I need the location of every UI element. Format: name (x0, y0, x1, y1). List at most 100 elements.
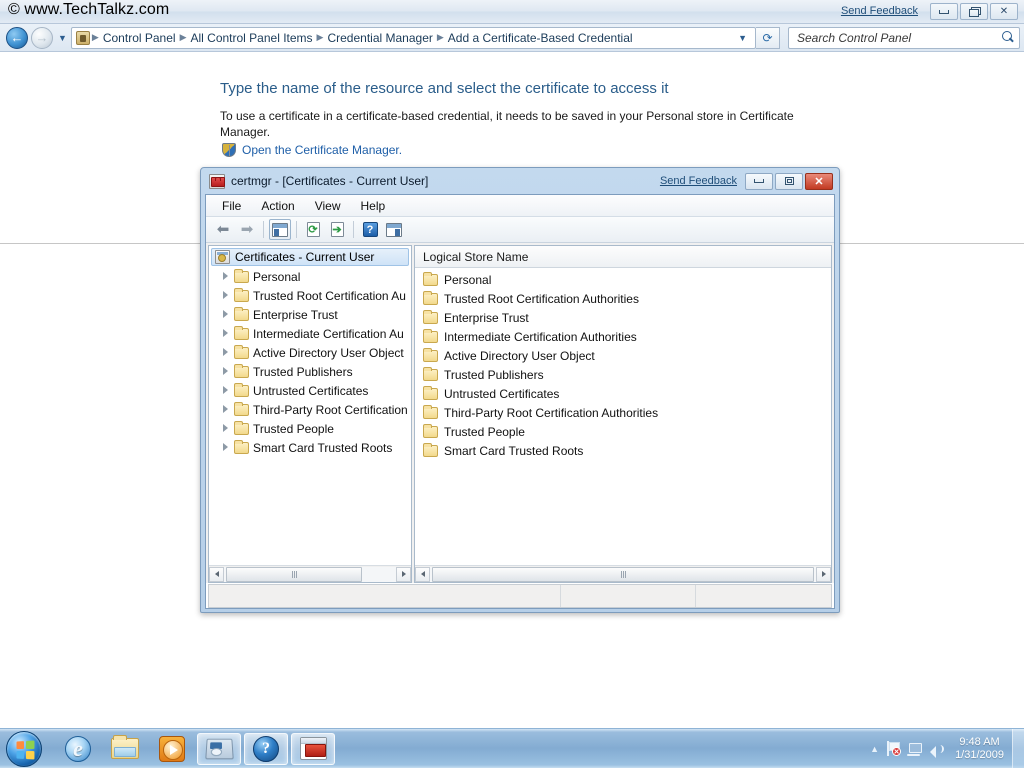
tree-item-untrusted-certificates[interactable]: Untrusted Certificates (209, 381, 411, 400)
list-item-label: Smart Card Trusted Roots (444, 443, 584, 458)
volume-icon[interactable] (929, 742, 945, 758)
toolbar-show-hide-tree-button[interactable] (269, 219, 291, 240)
breadcrumb-item-credential-manager[interactable]: Credential Manager (325, 31, 434, 45)
taskbar-item-control-panel[interactable] (197, 732, 241, 765)
toolbar-show-hide-action-pane-button[interactable] (383, 219, 405, 240)
certmgr-minimize-button[interactable] (745, 172, 773, 190)
search-box[interactable] (788, 26, 1020, 49)
refresh-button[interactable]: ⟳ (756, 26, 780, 49)
menu-help[interactable]: Help (351, 197, 396, 215)
expand-chevron-icon[interactable] (221, 310, 230, 319)
folder-icon (234, 306, 249, 321)
list-item-label: Personal (444, 272, 492, 287)
list-item[interactable]: Active Directory User Object (415, 346, 831, 365)
scroll-track[interactable] (430, 566, 816, 582)
network-icon[interactable] (907, 742, 923, 756)
toolbar-refresh-button[interactable]: ⟳ (302, 219, 324, 240)
explorer-title-bar: © www.TechTalkz.com Send Feedback ✕ (0, 0, 1024, 24)
taskbar-item-windows-explorer[interactable] (103, 733, 147, 765)
certmgr-menu-bar: File Action View Help (206, 195, 834, 217)
tree-item-trusted-root-certification-authorities[interactable]: Trusted Root Certification Au (209, 286, 411, 305)
scroll-thumb[interactable] (226, 566, 362, 582)
list-item[interactable]: Trusted Root Certification Authorities (415, 289, 831, 308)
breadcrumb-item-all-control-panel-items[interactable]: All Control Panel Items (188, 31, 314, 45)
expand-chevron-icon[interactable] (221, 291, 230, 300)
taskbar-item-internet-explorer[interactable] (56, 733, 100, 765)
expand-chevron-icon[interactable] (221, 367, 230, 376)
minimize-button[interactable] (930, 3, 958, 20)
expand-chevron-icon[interactable] (221, 386, 230, 395)
restore-icon (968, 7, 981, 17)
logical-store-list: Personal Trusted Root Certification Auth… (415, 268, 831, 565)
toolbar-back-button[interactable]: ⬅ (212, 219, 234, 240)
certmgr-icon (209, 173, 225, 189)
tree-item-active-directory-user-object[interactable]: Active Directory User Object (209, 343, 411, 362)
list-item[interactable]: Smart Card Trusted Roots (415, 441, 831, 460)
show-hidden-icons-button[interactable]: ▲ (863, 744, 886, 754)
expand-chevron-icon[interactable] (221, 348, 230, 357)
menu-file[interactable]: File (212, 197, 251, 215)
minimize-icon (939, 9, 949, 14)
forward-button[interactable]: → (31, 26, 53, 49)
certmgr-send-feedback-link[interactable]: Send Feedback (660, 175, 737, 187)
send-feedback-link[interactable]: Send Feedback (841, 5, 918, 17)
taskbar-item-windows-media-player[interactable] (150, 733, 194, 765)
list-item[interactable]: Intermediate Certification Authorities (415, 327, 831, 346)
list-item[interactable]: Third-Party Root Certification Authoriti… (415, 403, 831, 422)
tree-pane-horizontal-scrollbar[interactable] (209, 565, 411, 582)
breadcrumb[interactable]: ▶ Control Panel ▶ All Control Panel Item… (70, 26, 756, 49)
list-item[interactable]: Personal (415, 270, 831, 289)
show-desktop-button[interactable] (1012, 729, 1024, 768)
tree-item-trusted-publishers[interactable]: Trusted Publishers (209, 362, 411, 381)
toolbar-export-list-button[interactable]: ➔ (326, 219, 348, 240)
tree-item-third-party-root-certification-authorities[interactable]: Third-Party Root Certification (209, 400, 411, 419)
breadcrumb-dropdown-icon[interactable]: ▼ (732, 33, 753, 43)
breadcrumb-item-control-panel[interactable]: Control Panel (101, 31, 178, 45)
start-button[interactable] (6, 730, 42, 767)
back-button[interactable]: ← (6, 26, 28, 49)
expand-chevron-icon[interactable] (221, 405, 230, 414)
tree-item-trusted-people[interactable]: Trusted People (209, 419, 411, 438)
menu-view[interactable]: View (305, 197, 351, 215)
scroll-right-button[interactable] (396, 566, 411, 582)
tree-item-personal[interactable]: Personal (209, 267, 411, 286)
clock[interactable]: 9:48 AM 1/31/2009 (953, 736, 1012, 762)
tree-item-smart-card-trusted-roots[interactable]: Smart Card Trusted Roots (209, 438, 411, 457)
certmgr-close-button[interactable]: ✕ (805, 172, 833, 190)
toolbar-forward-button[interactable]: ➡ (236, 219, 258, 240)
tree-root-certificates-current-user[interactable]: Certificates - Current User (211, 248, 409, 266)
scroll-track[interactable] (224, 566, 396, 582)
certmgr-client-area: File Action View Help ⬅ ➡ ⟳ ➔ ? Certific… (205, 194, 835, 609)
certmgr-tree-pane: Certificates - Current User Personal Tru… (208, 245, 412, 583)
certmgr-panes: Certificates - Current User Personal Tru… (206, 243, 834, 583)
folder-icon (234, 344, 249, 359)
arrow-left-icon: ⬅ (216, 221, 230, 238)
scroll-left-button[interactable] (209, 566, 224, 582)
certmgr-maximize-button[interactable] (775, 172, 803, 190)
scroll-thumb[interactable] (432, 566, 814, 582)
list-item[interactable]: Trusted Publishers (415, 365, 831, 384)
restore-button[interactable] (960, 3, 988, 20)
list-item[interactable]: Trusted People (415, 422, 831, 441)
list-item[interactable]: Enterprise Trust (415, 308, 831, 327)
tree-item-enterprise-trust[interactable]: Enterprise Trust (209, 305, 411, 324)
search-input[interactable] (795, 29, 1002, 46)
taskbar-item-windows-help[interactable]: ? (244, 732, 288, 765)
toolbar-help-button[interactable]: ? (359, 219, 381, 240)
expand-chevron-icon[interactable] (221, 329, 230, 338)
expand-chevron-icon[interactable] (221, 424, 230, 433)
menu-action[interactable]: Action (251, 197, 304, 215)
list-pane-horizontal-scrollbar[interactable] (415, 565, 831, 582)
list-item[interactable]: Untrusted Certificates (415, 384, 831, 403)
taskbar-item-certmgr[interactable] (291, 732, 335, 765)
action-center-flag-icon[interactable]: ✕ (886, 741, 902, 756)
scroll-right-button[interactable] (816, 566, 831, 582)
scroll-left-button[interactable] (415, 566, 430, 582)
expand-chevron-icon[interactable] (221, 272, 230, 281)
tree-item-intermediate-certification-authorities[interactable]: Intermediate Certification Au (209, 324, 411, 343)
list-column-header[interactable]: Logical Store Name (415, 246, 831, 268)
expand-chevron-icon[interactable] (221, 443, 230, 452)
close-button[interactable]: ✕ (990, 3, 1018, 20)
open-certificate-manager-link[interactable]: Open the Certificate Manager. (222, 143, 402, 157)
recent-locations-chevron-icon[interactable]: ▼ (58, 33, 67, 43)
